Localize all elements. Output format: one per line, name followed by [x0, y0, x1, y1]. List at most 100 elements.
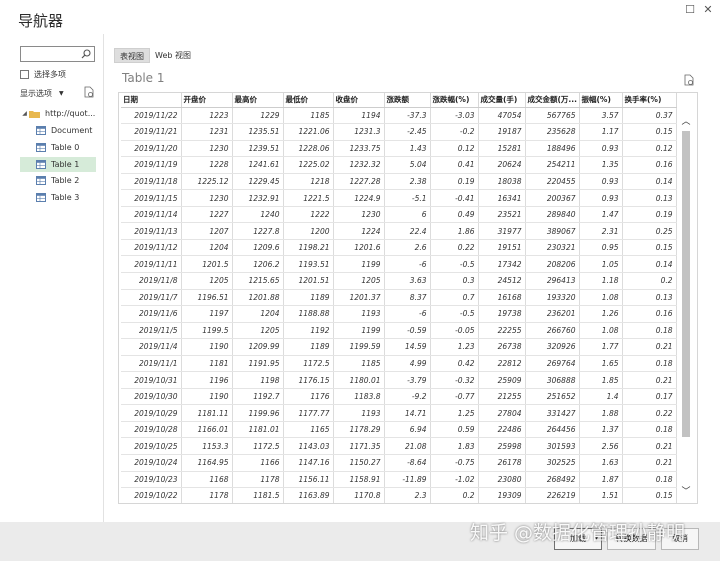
- multi-select-label: 选择多项: [34, 70, 66, 79]
- tree-item[interactable]: Table 1: [20, 156, 96, 172]
- column-header[interactable]: 成交量(手): [478, 93, 526, 108]
- column-header[interactable]: 收盘价: [333, 93, 385, 108]
- table-cell: -2.45: [384, 123, 431, 141]
- table-cell: 22812: [478, 355, 526, 373]
- table-cell: -0.32: [430, 371, 479, 389]
- table-cell: 1201.51: [283, 272, 334, 290]
- table-cell: 1232.91: [232, 189, 284, 207]
- tree-item[interactable]: Table 2: [20, 173, 96, 188]
- table-cell: 1143.03: [283, 437, 334, 455]
- table-cell: 1204: [181, 239, 233, 257]
- table-cell: 1.25: [430, 404, 479, 422]
- column-header[interactable]: 最高价: [232, 93, 284, 108]
- table-cell: 1156.11: [283, 471, 334, 489]
- scroll-up-icon[interactable]: ︿: [679, 116, 693, 128]
- column-header[interactable]: 换手率(%): [622, 93, 677, 108]
- table-cell: 1188.88: [283, 305, 334, 323]
- column-header[interactable]: 涨跌额: [384, 93, 431, 108]
- table-cell: 1192: [283, 322, 334, 340]
- table-cell: 1197: [181, 305, 233, 323]
- table-cell: 22486: [478, 421, 526, 439]
- tree-root-item[interactable]: ◢ http://quot...: [20, 106, 96, 121]
- search-input[interactable]: [21, 47, 79, 61]
- vertical-scrollbar[interactable]: ︿ ﹀: [679, 116, 693, 501]
- tree-item[interactable]: Document: [20, 123, 96, 138]
- table-row: 2019/11/11 1201.5 1206.2 1193.51 1199 -6 -0.5 1…: [121, 255, 677, 273]
- scroll-down-icon[interactable]: ﹀: [679, 486, 693, 498]
- refresh-icon[interactable]: [84, 86, 94, 98]
- table-cell: 1.23: [430, 338, 479, 356]
- table-cell: 0.7: [430, 289, 479, 307]
- table-row: 2019/11/12 1204 1209.6 1198.21 1201.6 2.6 0.22…: [121, 239, 677, 257]
- table-cell: 1181: [181, 355, 233, 373]
- multi-select-checkbox[interactable]: [20, 70, 29, 79]
- folder-icon: [29, 110, 40, 118]
- tree-item[interactable]: Table 3: [20, 190, 96, 205]
- table-cell: 1172.5: [283, 355, 334, 373]
- table-cell: 6.94: [384, 421, 431, 439]
- table-cell: 0.18: [622, 355, 677, 373]
- table-cell: 26178: [478, 454, 526, 472]
- table-cell: 2019/11/22: [121, 107, 182, 125]
- column-header[interactable]: 日期: [121, 93, 182, 108]
- table-row: 2019/11/6 1197 1204 1188.88 1193 -6 -0.5 19738 2…: [121, 305, 677, 323]
- table-cell: -8.64: [384, 454, 431, 472]
- table-row: 2019/11/4 1190 1209.99 1189 1199.59 14.59 1.23…: [121, 338, 677, 356]
- tab-table-view[interactable]: 表视图: [114, 48, 150, 63]
- column-header[interactable]: 最低价: [283, 93, 334, 108]
- table-cell: 2019/10/31: [121, 371, 182, 389]
- table-cell: 1209.99: [232, 338, 284, 356]
- table-cell: 0.21: [622, 338, 677, 356]
- table-cell: 200367: [525, 189, 580, 207]
- table-cell: 1178: [232, 471, 284, 489]
- table-cell: 1227: [181, 206, 233, 224]
- table-cell: 306888: [525, 371, 580, 389]
- table-row: 2019/11/18 1225.12 1229.45 1218 1227.28 2.38 0…: [121, 173, 677, 191]
- tree-root-label: http://quot...: [45, 109, 96, 118]
- table-cell: 1.4: [579, 388, 623, 406]
- multi-select-option[interactable]: 选择多项: [20, 69, 66, 80]
- table-cell: 1194: [333, 107, 385, 125]
- table-cell: 1.17: [579, 123, 623, 141]
- column-header[interactable]: 成交金额(万...: [525, 93, 580, 108]
- table-cell: 1229.45: [232, 173, 284, 191]
- table-cell: 2019/11/18: [121, 173, 182, 191]
- table-cell: 0.22: [622, 404, 677, 422]
- table-cell: 1224.9: [333, 189, 385, 207]
- scroll-thumb[interactable]: [682, 131, 690, 437]
- table-cell: 1225.12: [181, 173, 233, 191]
- preview-options-icon[interactable]: [684, 74, 694, 86]
- table-row: 2019/11/22 1223 1229 1185 1194 -37.3 -3.03 4705…: [121, 107, 677, 125]
- table-cell: 1223: [181, 107, 233, 125]
- table-cell: 236201: [525, 305, 580, 323]
- column-header[interactable]: 涨跌幅(%): [430, 93, 479, 108]
- table-cell: 0.93: [579, 189, 623, 207]
- column-header[interactable]: 振幅(%): [579, 93, 623, 108]
- table-cell: 1.83: [430, 437, 479, 455]
- table-icon: [36, 176, 46, 186]
- table-cell: 24512: [478, 272, 526, 290]
- table-cell: 2019/10/23: [121, 471, 182, 489]
- table-cell: 27804: [478, 404, 526, 422]
- table-cell: 25909: [478, 371, 526, 389]
- tab-web-view[interactable]: Web 视图: [150, 48, 196, 63]
- table-cell: 1201.88: [232, 289, 284, 307]
- table-cell: 2019/10/28: [121, 421, 182, 439]
- table-cell: 22.4: [384, 222, 431, 240]
- restore-button[interactable]: ☐: [682, 3, 698, 17]
- table-cell: 1207: [181, 222, 233, 240]
- table-cell: 1193: [333, 404, 385, 422]
- table-cell: 1.86: [430, 222, 479, 240]
- table-cell: 1150.27: [333, 454, 385, 472]
- table-cell: 269764: [525, 355, 580, 373]
- table-cell: 1199.96: [232, 404, 284, 422]
- table-cell: 1229: [232, 107, 284, 125]
- search-box[interactable]: [20, 46, 95, 62]
- table-row: 2019/10/22 1178 1181.5 1163.89 1170.8 2.3 0.2 1…: [121, 487, 677, 503]
- tree-item[interactable]: Table 0: [20, 140, 96, 155]
- column-header[interactable]: 开盘价: [181, 93, 233, 108]
- table-cell: 1231.3: [333, 123, 385, 141]
- chevron-down-icon[interactable]: ◢: [20, 110, 29, 117]
- close-button[interactable]: ✕: [700, 3, 716, 17]
- search-icon[interactable]: [81, 49, 91, 59]
